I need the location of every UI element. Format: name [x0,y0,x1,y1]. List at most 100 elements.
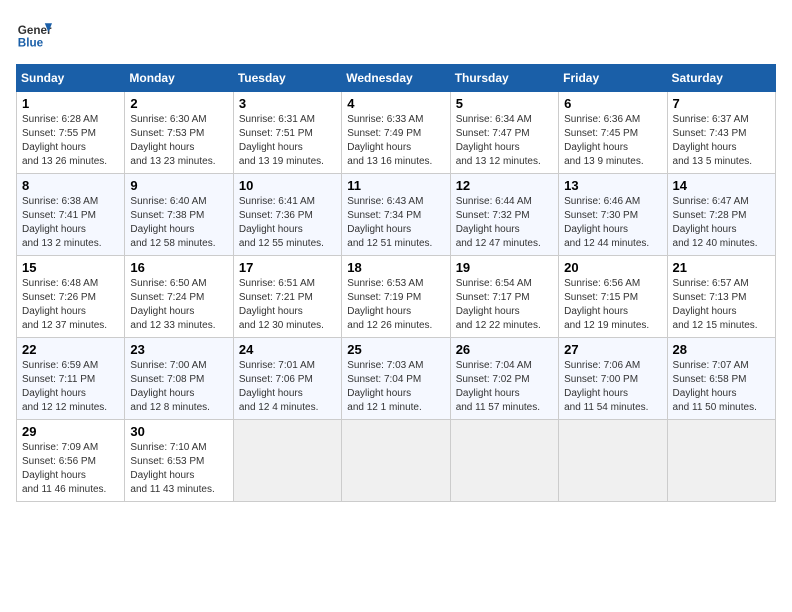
day-number: 30 [130,424,227,439]
weekday-header-saturday: Saturday [667,65,775,92]
day-info: Sunrise: 6:34 AM Sunset: 7:47 PM Dayligh… [456,113,553,169]
day-number: 23 [130,342,227,357]
calendar-cell: 29 Sunrise: 7:09 AM Sunset: 6:56 PM Dayl… [17,420,125,502]
page-header: General Blue [16,16,776,52]
day-number: 6 [564,96,661,111]
day-info: Sunrise: 6:51 AM Sunset: 7:21 PM Dayligh… [239,277,336,333]
weekday-header-sunday: Sunday [17,65,125,92]
day-info: Sunrise: 7:06 AM Sunset: 7:00 PM Dayligh… [564,359,661,415]
day-info: Sunrise: 6:50 AM Sunset: 7:24 PM Dayligh… [130,277,227,333]
calendar-cell: 8 Sunrise: 6:38 AM Sunset: 7:41 PM Dayli… [17,174,125,256]
day-number: 29 [22,424,119,439]
day-info: Sunrise: 7:07 AM Sunset: 6:58 PM Dayligh… [673,359,770,415]
weekday-header-friday: Friday [559,65,667,92]
day-info: Sunrise: 6:54 AM Sunset: 7:17 PM Dayligh… [456,277,553,333]
day-number: 13 [564,178,661,193]
day-number: 7 [673,96,770,111]
calendar-cell: 12 Sunrise: 6:44 AM Sunset: 7:32 PM Dayl… [450,174,558,256]
day-number: 1 [22,96,119,111]
calendar-cell: 14 Sunrise: 6:47 AM Sunset: 7:28 PM Dayl… [667,174,775,256]
day-info: Sunrise: 6:37 AM Sunset: 7:43 PM Dayligh… [673,113,770,169]
weekday-header-monday: Monday [125,65,233,92]
calendar-cell: 7 Sunrise: 6:37 AM Sunset: 7:43 PM Dayli… [667,92,775,174]
calendar-cell: 23 Sunrise: 7:00 AM Sunset: 7:08 PM Dayl… [125,338,233,420]
calendar-cell: 4 Sunrise: 6:33 AM Sunset: 7:49 PM Dayli… [342,92,450,174]
day-info: Sunrise: 6:40 AM Sunset: 7:38 PM Dayligh… [130,195,227,251]
day-info: Sunrise: 6:56 AM Sunset: 7:15 PM Dayligh… [564,277,661,333]
calendar-cell: 26 Sunrise: 7:04 AM Sunset: 7:02 PM Dayl… [450,338,558,420]
day-info: Sunrise: 7:04 AM Sunset: 7:02 PM Dayligh… [456,359,553,415]
calendar-cell: 24 Sunrise: 7:01 AM Sunset: 7:06 PM Dayl… [233,338,341,420]
day-number: 14 [673,178,770,193]
day-number: 24 [239,342,336,357]
day-number: 19 [456,260,553,275]
day-info: Sunrise: 6:31 AM Sunset: 7:51 PM Dayligh… [239,113,336,169]
weekday-header-thursday: Thursday [450,65,558,92]
calendar-cell [667,420,775,502]
day-info: Sunrise: 7:00 AM Sunset: 7:08 PM Dayligh… [130,359,227,415]
calendar-cell: 10 Sunrise: 6:41 AM Sunset: 7:36 PM Dayl… [233,174,341,256]
calendar-cell [342,420,450,502]
day-number: 18 [347,260,444,275]
day-info: Sunrise: 6:48 AM Sunset: 7:26 PM Dayligh… [22,277,119,333]
weekday-header-tuesday: Tuesday [233,65,341,92]
calendar-cell: 25 Sunrise: 7:03 AM Sunset: 7:04 PM Dayl… [342,338,450,420]
calendar-cell: 9 Sunrise: 6:40 AM Sunset: 7:38 PM Dayli… [125,174,233,256]
svg-text:Blue: Blue [18,37,44,50]
calendar-cell: 15 Sunrise: 6:48 AM Sunset: 7:26 PM Dayl… [17,256,125,338]
day-number: 5 [456,96,553,111]
calendar-cell: 28 Sunrise: 7:07 AM Sunset: 6:58 PM Dayl… [667,338,775,420]
calendar-cell: 16 Sunrise: 6:50 AM Sunset: 7:24 PM Dayl… [125,256,233,338]
day-number: 10 [239,178,336,193]
weekday-header-wednesday: Wednesday [342,65,450,92]
day-number: 9 [130,178,227,193]
calendar-cell: 21 Sunrise: 6:57 AM Sunset: 7:13 PM Dayl… [667,256,775,338]
day-info: Sunrise: 6:36 AM Sunset: 7:45 PM Dayligh… [564,113,661,169]
day-number: 25 [347,342,444,357]
calendar-cell: 18 Sunrise: 6:53 AM Sunset: 7:19 PM Dayl… [342,256,450,338]
day-info: Sunrise: 6:43 AM Sunset: 7:34 PM Dayligh… [347,195,444,251]
day-number: 20 [564,260,661,275]
day-info: Sunrise: 6:38 AM Sunset: 7:41 PM Dayligh… [22,195,119,251]
day-number: 12 [456,178,553,193]
day-number: 26 [456,342,553,357]
calendar-cell [450,420,558,502]
day-info: Sunrise: 6:59 AM Sunset: 7:11 PM Dayligh… [22,359,119,415]
logo-icon: General Blue [16,16,52,52]
day-number: 2 [130,96,227,111]
day-number: 3 [239,96,336,111]
day-info: Sunrise: 6:28 AM Sunset: 7:55 PM Dayligh… [22,113,119,169]
day-number: 16 [130,260,227,275]
calendar-cell: 13 Sunrise: 6:46 AM Sunset: 7:30 PM Dayl… [559,174,667,256]
calendar-cell: 5 Sunrise: 6:34 AM Sunset: 7:47 PM Dayli… [450,92,558,174]
day-info: Sunrise: 6:46 AM Sunset: 7:30 PM Dayligh… [564,195,661,251]
calendar-cell [233,420,341,502]
day-number: 28 [673,342,770,357]
day-info: Sunrise: 7:09 AM Sunset: 6:56 PM Dayligh… [22,441,119,497]
calendar-cell: 1 Sunrise: 6:28 AM Sunset: 7:55 PM Dayli… [17,92,125,174]
day-info: Sunrise: 6:47 AM Sunset: 7:28 PM Dayligh… [673,195,770,251]
calendar-cell: 6 Sunrise: 6:36 AM Sunset: 7:45 PM Dayli… [559,92,667,174]
day-number: 8 [22,178,119,193]
logo: General Blue [16,16,52,52]
day-info: Sunrise: 6:57 AM Sunset: 7:13 PM Dayligh… [673,277,770,333]
day-number: 11 [347,178,444,193]
day-number: 21 [673,260,770,275]
day-info: Sunrise: 7:10 AM Sunset: 6:53 PM Dayligh… [130,441,227,497]
day-info: Sunrise: 6:53 AM Sunset: 7:19 PM Dayligh… [347,277,444,333]
calendar-cell: 17 Sunrise: 6:51 AM Sunset: 7:21 PM Dayl… [233,256,341,338]
day-number: 15 [22,260,119,275]
day-number: 27 [564,342,661,357]
calendar-cell: 30 Sunrise: 7:10 AM Sunset: 6:53 PM Dayl… [125,420,233,502]
calendar-cell: 22 Sunrise: 6:59 AM Sunset: 7:11 PM Dayl… [17,338,125,420]
day-info: Sunrise: 6:30 AM Sunset: 7:53 PM Dayligh… [130,113,227,169]
day-info: Sunrise: 6:33 AM Sunset: 7:49 PM Dayligh… [347,113,444,169]
calendar-cell [559,420,667,502]
calendar-cell: 19 Sunrise: 6:54 AM Sunset: 7:17 PM Dayl… [450,256,558,338]
day-info: Sunrise: 7:01 AM Sunset: 7:06 PM Dayligh… [239,359,336,415]
day-info: Sunrise: 6:44 AM Sunset: 7:32 PM Dayligh… [456,195,553,251]
calendar-cell: 2 Sunrise: 6:30 AM Sunset: 7:53 PM Dayli… [125,92,233,174]
day-number: 4 [347,96,444,111]
day-number: 22 [22,342,119,357]
day-number: 17 [239,260,336,275]
